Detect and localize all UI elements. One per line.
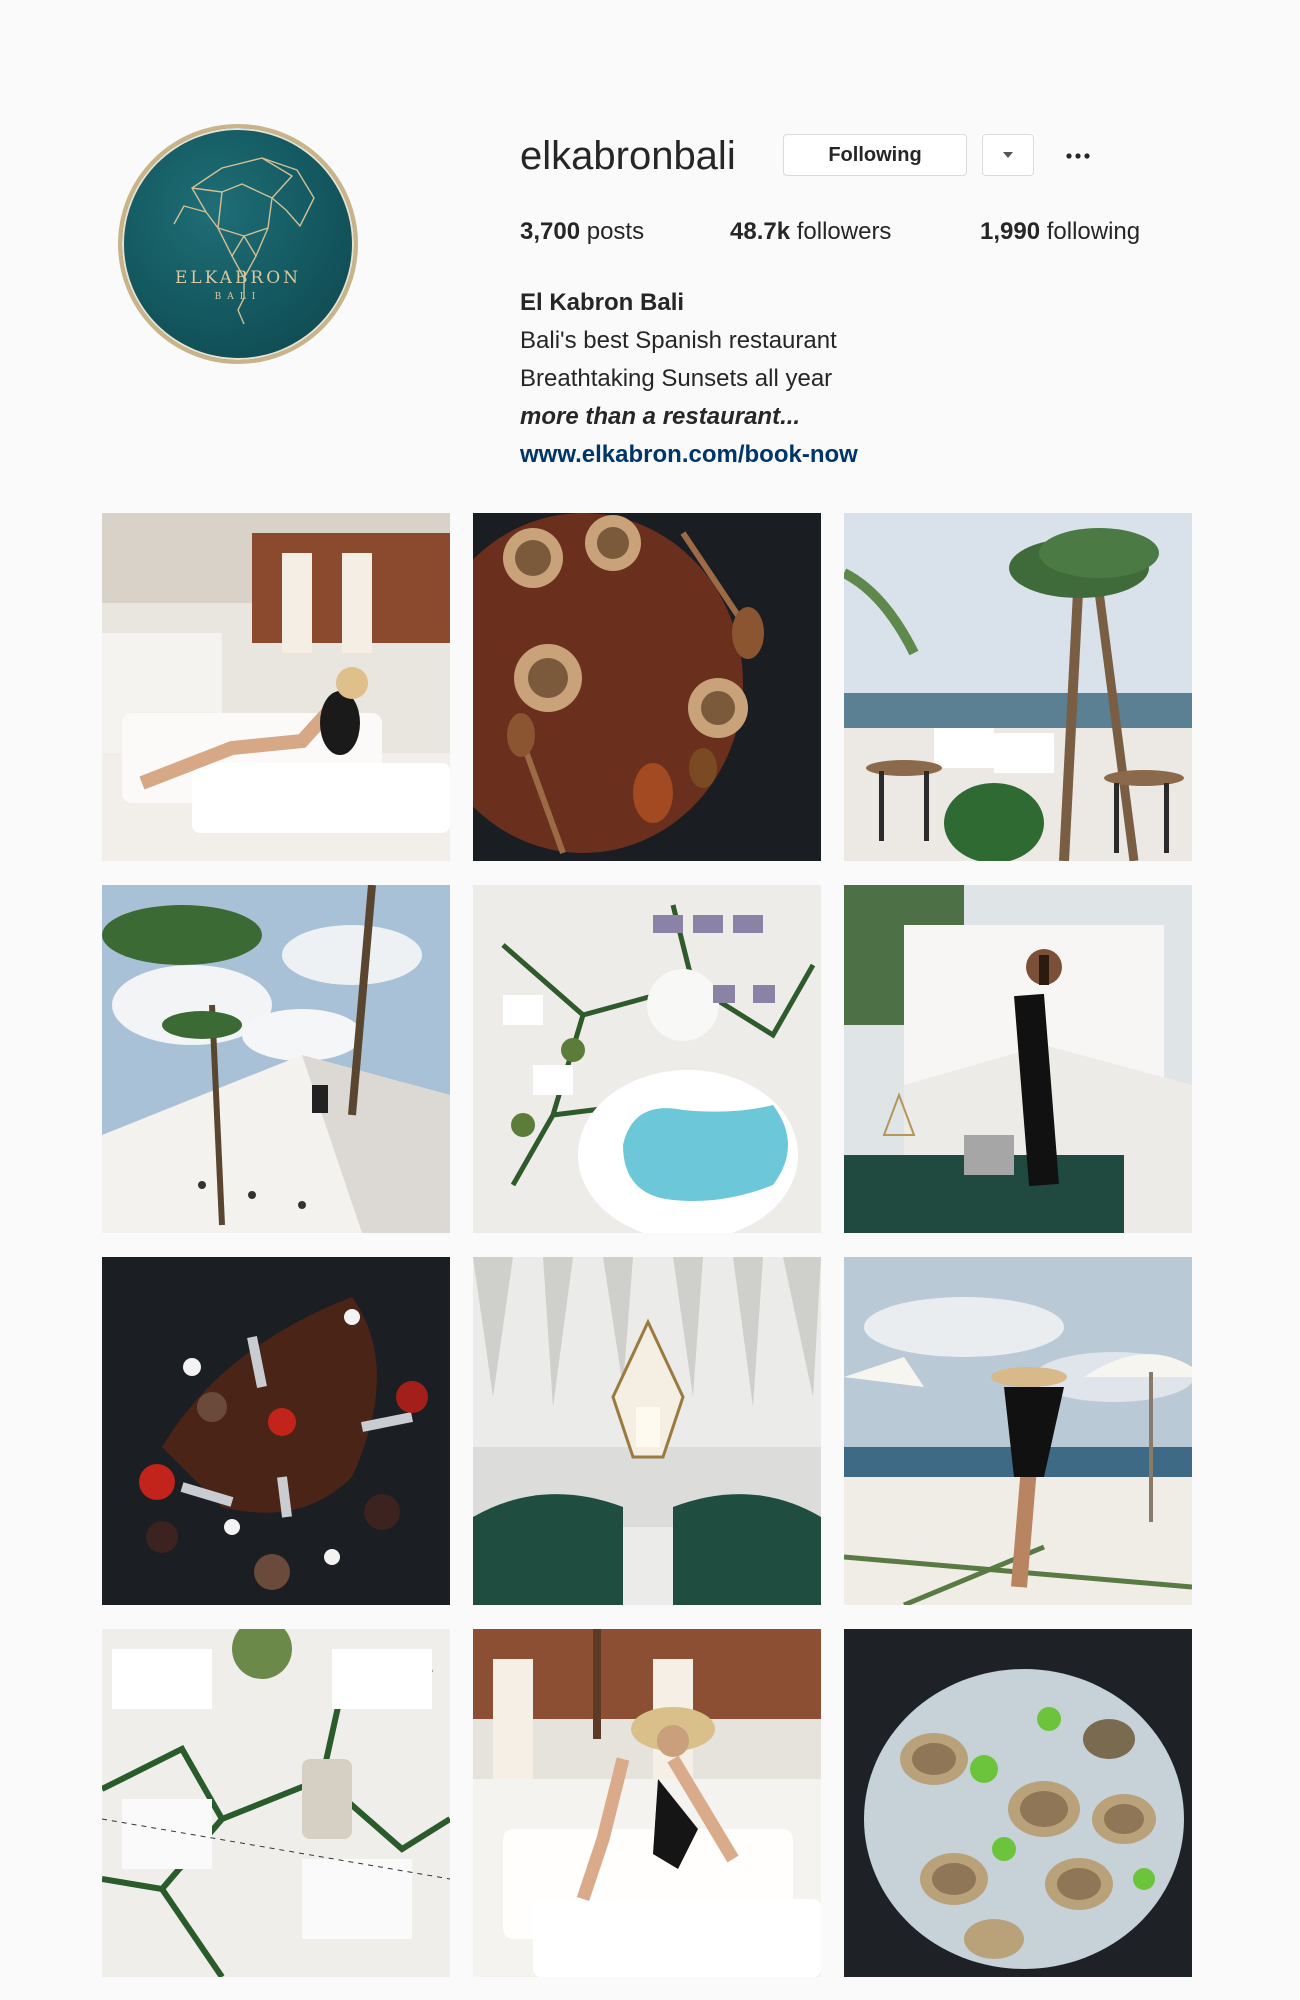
following-label: following: [1046, 218, 1141, 245]
following-stat[interactable]: 1,990 following: [980, 218, 1140, 246]
post-image: [473, 513, 821, 861]
following-count: 1,990: [980, 218, 1041, 245]
post-tile[interactable]: [102, 1629, 450, 1977]
profile-username: elkabronbali: [520, 134, 736, 178]
followers-label: followers: [796, 218, 892, 245]
post-tile[interactable]: [844, 885, 1192, 1233]
posts-count: 3,700: [520, 218, 581, 245]
post-image: [844, 513, 1192, 861]
bio-line-1: Bali's best Spanish restaurant: [520, 327, 837, 354]
posts-label: posts: [586, 218, 645, 245]
avatar-brand-text: ELKABRON: [174, 268, 302, 288]
post-tile[interactable]: [473, 885, 821, 1233]
post-tile[interactable]: [844, 1257, 1192, 1605]
more-options-button[interactable]: [1058, 138, 1098, 174]
post-image: [844, 1629, 1192, 1977]
post-image: [102, 1629, 450, 1977]
avatar-brand-subtext: BALI: [214, 292, 262, 302]
bio-tagline: more than a restaurant...: [520, 403, 801, 430]
post-tile[interactable]: [473, 1257, 821, 1605]
ellipsis-icon: [1066, 153, 1090, 159]
post-image: [102, 885, 450, 1233]
bio-website-link[interactable]: www.elkabron.com/book-now: [520, 441, 858, 468]
profile-header: ELKABRON BALI elkabronbali Following 3,7…: [0, 0, 1300, 500]
profile-avatar[interactable]: ELKABRON BALI: [118, 124, 358, 364]
profile-full-name: El Kabron Bali: [520, 289, 685, 316]
post-tile[interactable]: [102, 513, 450, 861]
post-image: [844, 885, 1192, 1233]
post-image: [473, 1257, 821, 1605]
post-tile[interactable]: [102, 1257, 450, 1605]
profile-bio: El Kabron Bali Bali's best Spanish resta…: [520, 284, 858, 474]
bio-line-2: Breathtaking Sunsets all year: [520, 365, 833, 392]
followers-count: 48.7k: [730, 218, 791, 245]
followers-stat[interactable]: 48.7k followers: [730, 218, 891, 246]
post-image: [473, 1629, 821, 1977]
post-image: [102, 1257, 450, 1605]
post-tile[interactable]: [473, 513, 821, 861]
post-image: [844, 1257, 1192, 1605]
post-image: [102, 513, 450, 861]
post-tile[interactable]: [102, 885, 450, 1233]
post-tile[interactable]: [844, 513, 1192, 861]
goat-logo-icon: [173, 157, 315, 325]
post-tile[interactable]: [473, 1629, 821, 1977]
following-button[interactable]: Following: [783, 134, 967, 176]
suggestions-dropdown-button[interactable]: [982, 134, 1034, 176]
post-tile[interactable]: [844, 1629, 1192, 1977]
post-image: [473, 885, 821, 1233]
posts-stat: 3,700 posts: [520, 218, 644, 246]
chevron-down-icon: [1003, 152, 1013, 158]
